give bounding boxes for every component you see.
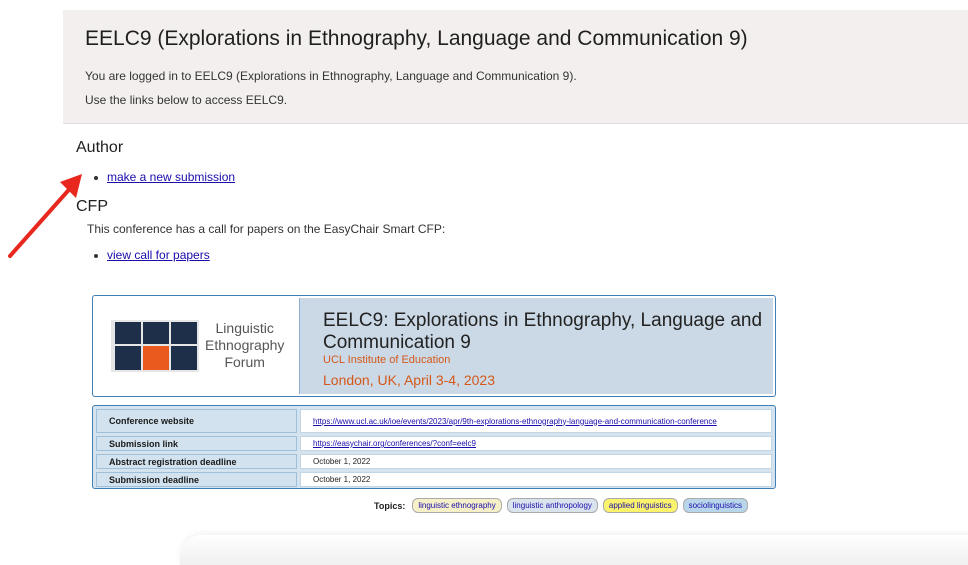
conference-title: EELC9: Explorations in Ethnography, Lang… [323, 310, 763, 353]
row-value: October 1, 2022 [300, 454, 772, 469]
cfp-description: This conference has a call for papers on… [87, 222, 446, 236]
topics-label: Topics: [374, 500, 406, 511]
row-value: October 1, 2022 [300, 472, 772, 487]
topic-tag[interactable]: sociolinguistics [682, 498, 748, 513]
bullet-icon [94, 253, 98, 258]
submission-link[interactable]: https://easychair.org/conferences/?conf=… [313, 439, 476, 448]
page-title: EELC9 (Explorations in Ethnography, Lang… [85, 27, 748, 50]
bullet-icon [94, 175, 98, 180]
row-label: Abstract registration deadline [96, 454, 297, 469]
row-label: Submission link [96, 436, 297, 451]
view-call-for-papers-link[interactable]: view call for papers [107, 248, 210, 262]
row-label: Submission deadline [96, 472, 297, 487]
footer-panel [180, 535, 968, 565]
make-new-submission-link[interactable]: make a new submission [107, 170, 235, 184]
table-row: Conference website https://www.ucl.ac.uk… [96, 409, 772, 433]
conference-institution: UCL Institute of Education [323, 354, 451, 366]
conference-title-panel: EELC9: Explorations in Ethnography, Lang… [300, 298, 773, 394]
topic-tag[interactable]: linguistic anthropology [506, 498, 598, 513]
cfp-list-item: view call for papers [94, 248, 210, 262]
conference-header-card: Linguistic Ethnography Forum EELC9: Expl… [92, 295, 776, 397]
table-row: Submission deadline October 1, 2022 [96, 472, 772, 487]
linguistic-ethnography-forum-logo: Linguistic Ethnography Forum [95, 298, 300, 394]
welcome-panel: EELC9 (Explorations in Ethnography, Lang… [63, 10, 968, 124]
topics-bar: Topics: linguistic ethnography linguisti… [374, 498, 748, 513]
logged-in-message: You are logged in to EELC9 (Explorations… [85, 69, 577, 83]
conference-location: London, UK, April 3-4, 2023 [323, 372, 496, 388]
row-value: https://easychair.org/conferences/?conf=… [300, 436, 772, 451]
cfp-heading: CFP [76, 198, 108, 215]
table-row: Submission link https://easychair.org/co… [96, 436, 772, 451]
conference-info-table: Conference website https://www.ucl.ac.uk… [92, 405, 776, 489]
topic-tag[interactable]: linguistic ethnography [412, 498, 502, 513]
row-value: https://www.ucl.ac.uk/ioe/events/2023/ap… [300, 409, 772, 433]
author-heading: Author [76, 139, 124, 156]
conference-website-link[interactable]: https://www.ucl.ac.uk/ioe/events/2023/ap… [313, 417, 717, 426]
topic-tag[interactable]: applied linguistics [602, 498, 678, 513]
table-row: Abstract registration deadline October 1… [96, 454, 772, 469]
row-label: Conference website [96, 409, 297, 433]
links-instructions: Use the links below to access EELC9. [85, 93, 288, 107]
author-list-item: make a new submission [94, 170, 235, 184]
